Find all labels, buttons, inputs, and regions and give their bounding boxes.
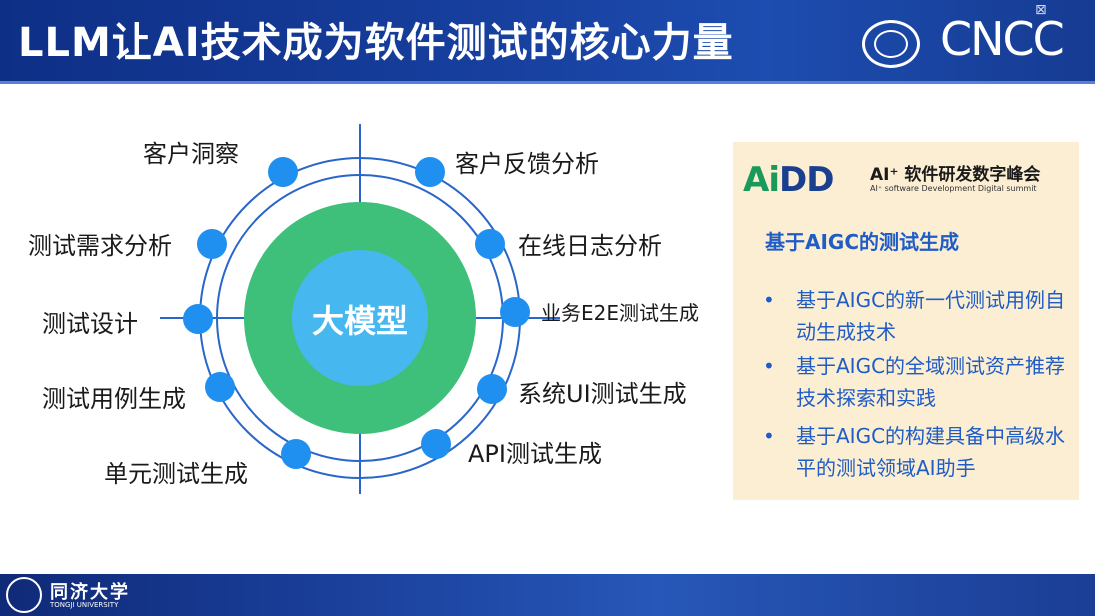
node-label-test-requirements: 测试需求分析: [28, 232, 172, 260]
node-label-test-case-gen: 测试用例生成: [42, 385, 186, 413]
node-label-feedback-analysis: 客户反馈分析: [455, 150, 599, 178]
panel-heading: 基于AIGC的测试生成: [765, 230, 960, 254]
node-label-unit-test-gen: 单元测试生成: [104, 460, 248, 488]
panel-bullet: • 基于AIGC的全域测试资产推荐技术探索和实践: [763, 350, 1073, 414]
node-dot: [415, 157, 445, 187]
slide-title: LLM让AI技术成为软件测试的核心力量: [18, 20, 734, 66]
node-dot: [421, 429, 451, 459]
bullet-icon: •: [763, 288, 775, 312]
bullet-icon: •: [763, 354, 775, 378]
node-label-ui-test-gen: 系统UI测试生成: [518, 380, 687, 408]
node-dot: [268, 157, 298, 187]
aidd-subtitle: AI⁺ software Development Digital summit: [870, 184, 1037, 193]
cncc-logo: CNCC: [940, 12, 1065, 66]
node-dot: [475, 229, 505, 259]
node-label-customer-insight: 客户洞察: [143, 140, 239, 168]
ccf-seal-icon: [862, 20, 920, 68]
node-label-log-analysis: 在线日志分析: [518, 232, 662, 260]
close-icon[interactable]: ⊠: [1035, 2, 1047, 18]
aidd-name: AI⁺ 软件研发数字峰会: [870, 165, 1041, 185]
university-name-en: TONGJI UNIVERSITY: [50, 601, 119, 609]
node-label-api-test-gen: API测试生成: [468, 440, 602, 468]
aidd-panel: AiDD AI⁺ 软件研发数字峰会 AI⁺ software Developme…: [733, 142, 1079, 500]
panel-bullet: • 基于AIGC的构建具备中高级水平的测试领域AI助手: [763, 420, 1073, 484]
panel-bullet: • 基于AIGC的新一代测试用例自动生成技术: [763, 284, 1073, 348]
aidd-logo: AiDD: [743, 160, 834, 200]
node-dot: [281, 439, 311, 469]
node-label-e2e-test-gen: 业务E2E测试生成: [541, 301, 699, 325]
node-dot: [205, 372, 235, 402]
node-label-test-design: 测试设计: [42, 310, 138, 338]
slide-header: LLM让AI技术成为软件测试的核心力量 CNCC ⊠: [0, 0, 1095, 84]
node-dot: [500, 297, 530, 327]
center-label: 大模型: [311, 302, 408, 340]
node-dot: [477, 374, 507, 404]
tongji-seal-icon: [6, 577, 42, 613]
node-dot: [183, 304, 213, 334]
bullet-icon: •: [763, 424, 775, 448]
slide-footer: 同济大学 TONGJI UNIVERSITY: [0, 574, 1095, 616]
node-dot: [197, 229, 227, 259]
